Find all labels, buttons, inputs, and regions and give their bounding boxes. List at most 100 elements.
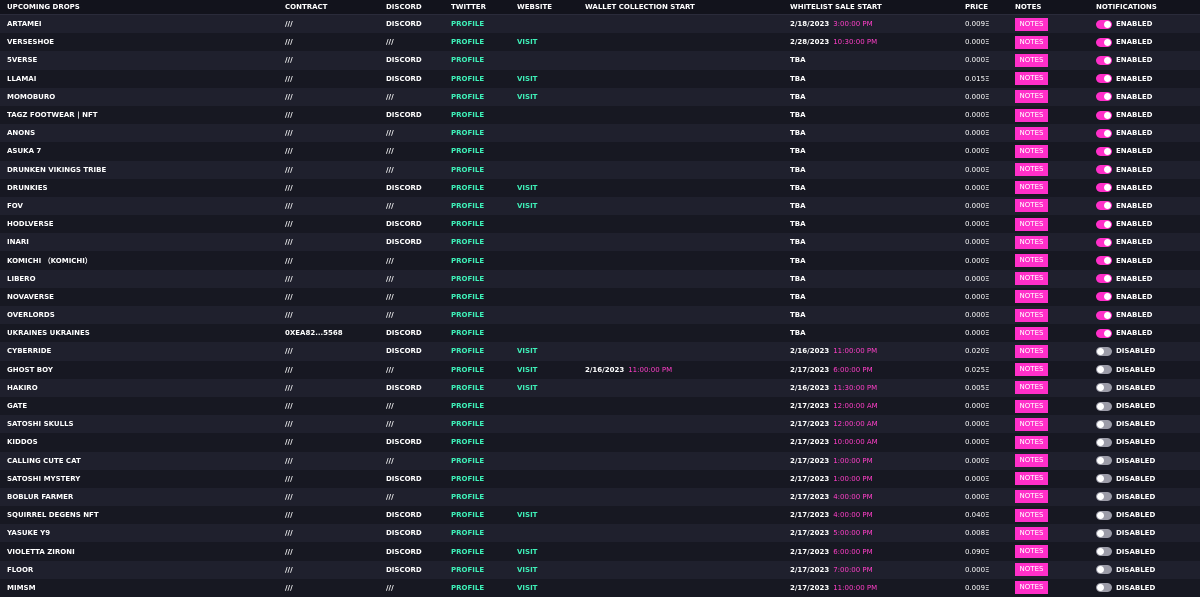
notification-toggle[interactable]: [1096, 110, 1112, 120]
notification-toggle[interactable]: [1096, 510, 1112, 520]
twitter-profile-link[interactable]: PROFILE: [451, 475, 484, 483]
notes-button[interactable]: NOTES: [1015, 199, 1048, 213]
notification-toggle[interactable]: [1096, 310, 1112, 320]
notes-button[interactable]: NOTES: [1015, 72, 1048, 86]
website-visit-link[interactable]: VISIT: [517, 347, 537, 355]
notes-button[interactable]: NOTES: [1015, 235, 1048, 249]
notification-toggle[interactable]: [1096, 547, 1112, 557]
notes-button[interactable]: NOTES: [1015, 90, 1048, 104]
twitter-profile-link[interactable]: PROFILE: [451, 529, 484, 537]
notification-toggle[interactable]: [1096, 128, 1112, 138]
notification-toggle[interactable]: [1096, 456, 1112, 466]
notification-toggle[interactable]: [1096, 55, 1112, 65]
notes-button[interactable]: NOTES: [1015, 417, 1048, 431]
notes-button[interactable]: NOTES: [1015, 308, 1048, 322]
twitter-profile-link[interactable]: PROFILE: [451, 311, 484, 319]
notes-button[interactable]: NOTES: [1015, 363, 1048, 377]
notification-toggle[interactable]: [1096, 419, 1112, 429]
twitter-profile-link[interactable]: PROFILE: [451, 438, 484, 446]
notification-toggle[interactable]: [1096, 401, 1112, 411]
notes-button[interactable]: NOTES: [1015, 290, 1048, 304]
twitter-profile-link[interactable]: PROFILE: [451, 493, 484, 501]
twitter-profile-link[interactable]: PROFILE: [451, 56, 484, 64]
notification-toggle[interactable]: [1096, 201, 1112, 211]
notification-toggle[interactable]: [1096, 183, 1112, 193]
notification-toggle[interactable]: [1096, 583, 1112, 593]
notes-button[interactable]: NOTES: [1015, 144, 1048, 158]
notification-toggle[interactable]: [1096, 92, 1112, 102]
notification-toggle[interactable]: [1096, 274, 1112, 284]
notes-button[interactable]: NOTES: [1015, 35, 1048, 49]
notes-button[interactable]: NOTES: [1015, 181, 1048, 195]
notes-button[interactable]: NOTES: [1015, 272, 1048, 286]
notes-button[interactable]: NOTES: [1015, 545, 1048, 559]
twitter-profile-link[interactable]: PROFILE: [451, 184, 484, 192]
twitter-profile-link[interactable]: PROFILE: [451, 420, 484, 428]
twitter-profile-link[interactable]: PROFILE: [451, 75, 484, 83]
notes-button[interactable]: NOTES: [1015, 508, 1048, 522]
notes-button[interactable]: NOTES: [1015, 563, 1048, 577]
twitter-profile-link[interactable]: PROFILE: [451, 257, 484, 265]
twitter-profile-link[interactable]: PROFILE: [451, 566, 484, 574]
notification-toggle[interactable]: [1096, 365, 1112, 375]
twitter-profile-link[interactable]: PROFILE: [451, 548, 484, 556]
notes-button[interactable]: NOTES: [1015, 526, 1048, 540]
twitter-profile-link[interactable]: PROFILE: [451, 329, 484, 337]
notification-toggle[interactable]: [1096, 437, 1112, 447]
website-visit-link[interactable]: VISIT: [517, 584, 537, 592]
website-visit-link[interactable]: VISIT: [517, 366, 537, 374]
twitter-profile-link[interactable]: PROFILE: [451, 347, 484, 355]
notes-button[interactable]: NOTES: [1015, 344, 1048, 358]
twitter-profile-link[interactable]: PROFILE: [451, 20, 484, 28]
twitter-profile-link[interactable]: PROFILE: [451, 111, 484, 119]
twitter-profile-link[interactable]: PROFILE: [451, 511, 484, 519]
notification-toggle[interactable]: [1096, 383, 1112, 393]
notes-button[interactable]: NOTES: [1015, 217, 1048, 231]
notification-toggle[interactable]: [1096, 528, 1112, 538]
notification-toggle[interactable]: [1096, 74, 1112, 84]
notes-button[interactable]: NOTES: [1015, 254, 1048, 268]
website-visit-link[interactable]: VISIT: [517, 566, 537, 574]
twitter-profile-link[interactable]: PROFILE: [451, 38, 484, 46]
notification-toggle[interactable]: [1096, 474, 1112, 484]
notification-toggle[interactable]: [1096, 219, 1112, 229]
website-visit-link[interactable]: VISIT: [517, 548, 537, 556]
twitter-profile-link[interactable]: PROFILE: [451, 584, 484, 592]
notification-toggle[interactable]: [1096, 346, 1112, 356]
notification-toggle[interactable]: [1096, 565, 1112, 575]
twitter-profile-link[interactable]: PROFILE: [451, 202, 484, 210]
notes-button[interactable]: NOTES: [1015, 399, 1048, 413]
notes-button[interactable]: NOTES: [1015, 17, 1048, 31]
twitter-profile-link[interactable]: PROFILE: [451, 402, 484, 410]
twitter-profile-link[interactable]: PROFILE: [451, 129, 484, 137]
notification-toggle[interactable]: [1096, 237, 1112, 247]
notes-button[interactable]: NOTES: [1015, 108, 1048, 122]
website-visit-link[interactable]: VISIT: [517, 384, 537, 392]
notes-button[interactable]: NOTES: [1015, 163, 1048, 177]
notification-toggle[interactable]: [1096, 292, 1112, 302]
notes-button[interactable]: NOTES: [1015, 581, 1048, 595]
notification-toggle[interactable]: [1096, 328, 1112, 338]
twitter-profile-link[interactable]: PROFILE: [451, 384, 484, 392]
notification-toggle[interactable]: [1096, 256, 1112, 266]
twitter-profile-link[interactable]: PROFILE: [451, 147, 484, 155]
twitter-profile-link[interactable]: PROFILE: [451, 220, 484, 228]
website-visit-link[interactable]: VISIT: [517, 184, 537, 192]
website-visit-link[interactable]: VISIT: [517, 202, 537, 210]
website-visit-link[interactable]: VISIT: [517, 75, 537, 83]
twitter-profile-link[interactable]: PROFILE: [451, 457, 484, 465]
notes-button[interactable]: NOTES: [1015, 381, 1048, 395]
notes-button[interactable]: NOTES: [1015, 490, 1048, 504]
notes-button[interactable]: NOTES: [1015, 435, 1048, 449]
website-visit-link[interactable]: VISIT: [517, 511, 537, 519]
notification-toggle[interactable]: [1096, 165, 1112, 175]
notification-toggle[interactable]: [1096, 146, 1112, 156]
notes-button[interactable]: NOTES: [1015, 454, 1048, 468]
notes-button[interactable]: NOTES: [1015, 472, 1048, 486]
notification-toggle[interactable]: [1096, 37, 1112, 47]
twitter-profile-link[interactable]: PROFILE: [451, 275, 484, 283]
twitter-profile-link[interactable]: PROFILE: [451, 166, 484, 174]
notes-button[interactable]: NOTES: [1015, 326, 1048, 340]
twitter-profile-link[interactable]: PROFILE: [451, 366, 484, 374]
twitter-profile-link[interactable]: PROFILE: [451, 238, 484, 246]
